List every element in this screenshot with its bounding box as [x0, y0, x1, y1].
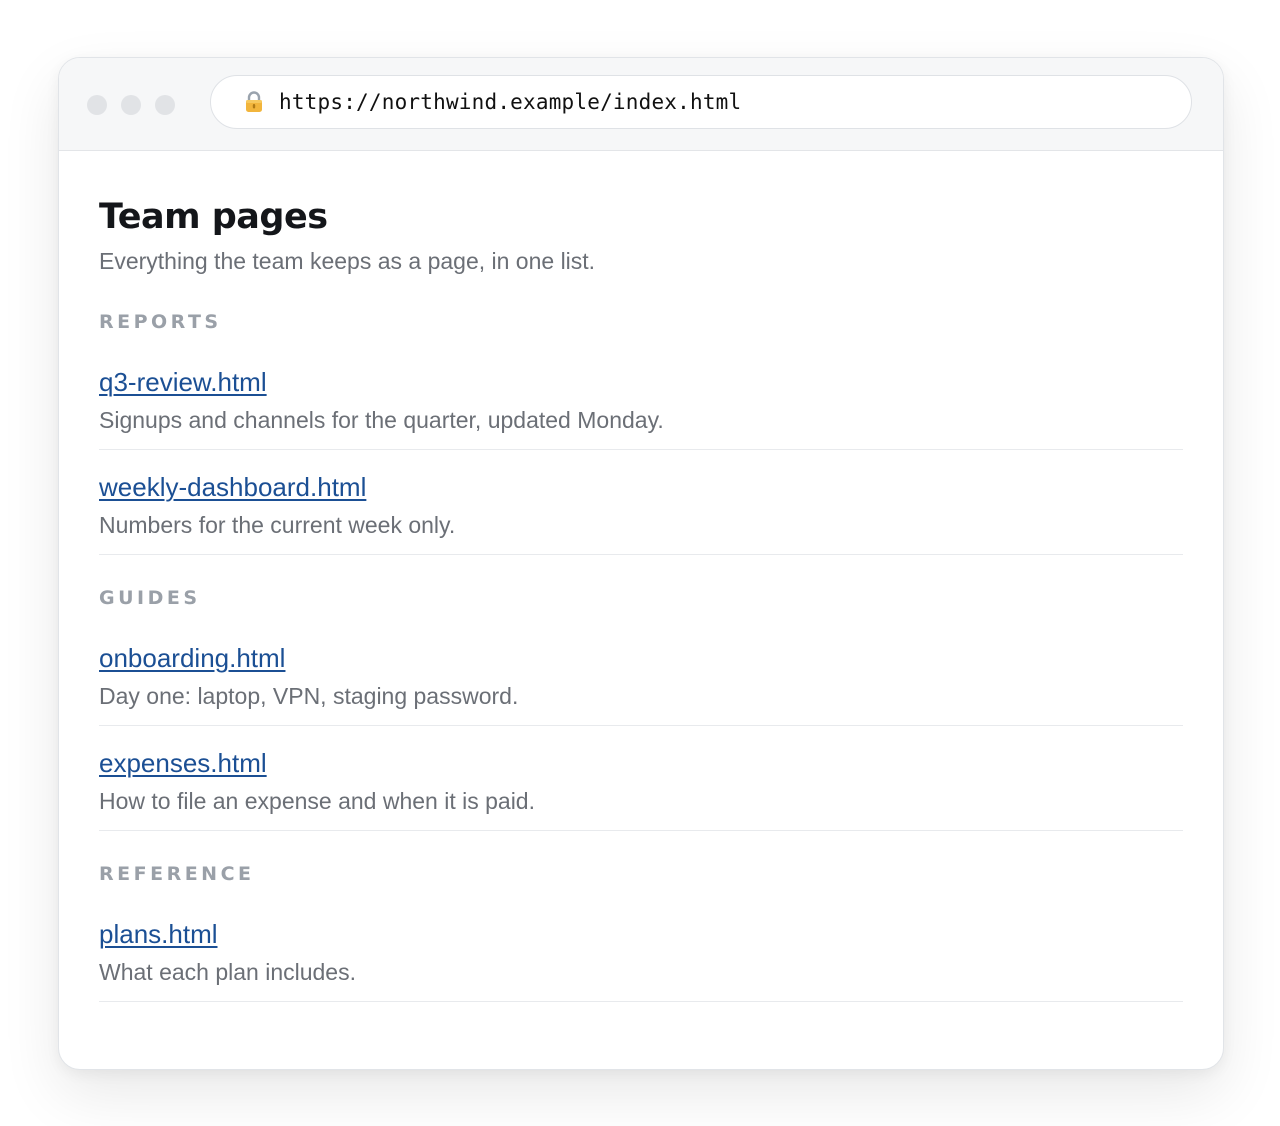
list-item: plans.html What each plan includes.: [99, 917, 1183, 1002]
section-heading-reports: REPORTS: [99, 311, 222, 333]
address-bar[interactable]: https://northwind.example/index.html: [210, 75, 1192, 129]
section-heading-guides: GUIDES: [99, 587, 201, 609]
page-link-weekly-dashboard[interactable]: weekly-dashboard.html: [99, 470, 366, 504]
window-minimize-button[interactable]: [121, 95, 141, 115]
item-description: Day one: laptop, VPN, staging password.: [99, 683, 519, 709]
item-description: Numbers for the current week only.: [99, 512, 456, 538]
page-link-expenses[interactable]: expenses.html: [99, 746, 267, 780]
section-heading-reference: REFERENCE: [99, 863, 255, 885]
item-description: Signups and channels for the quarter, up…: [99, 407, 664, 433]
list-item: q3-review.html Signups and channels for …: [99, 365, 1183, 450]
page-link-q3-review[interactable]: q3-review.html: [99, 365, 267, 399]
item-description: How to file an expense and when it is pa…: [99, 788, 535, 814]
list-item: expenses.html How to file an expense and…: [99, 746, 1183, 831]
window-maximize-button[interactable]: [155, 95, 175, 115]
lock-icon: [241, 89, 267, 115]
page-link-onboarding[interactable]: onboarding.html: [99, 641, 285, 675]
list-item: weekly-dashboard.html Numbers for the cu…: [99, 470, 1183, 555]
browser-toolbar: https://northwind.example/index.html: [59, 58, 1223, 151]
item-description: What each plan includes.: [99, 959, 356, 985]
page-subtitle: Everything the team keeps as a page, in …: [99, 248, 596, 274]
page-link-plans[interactable]: plans.html: [99, 917, 218, 951]
browser-window: https://northwind.example/index.html Tea…: [58, 57, 1224, 1070]
page-title: Team pages: [99, 197, 328, 237]
window-close-button[interactable]: [87, 95, 107, 115]
list-item: onboarding.html Day one: laptop, VPN, st…: [99, 641, 1183, 726]
page-content: Team pages Everything the team keeps as …: [59, 195, 1223, 1002]
address-url[interactable]: https://northwind.example/index.html: [279, 90, 741, 114]
